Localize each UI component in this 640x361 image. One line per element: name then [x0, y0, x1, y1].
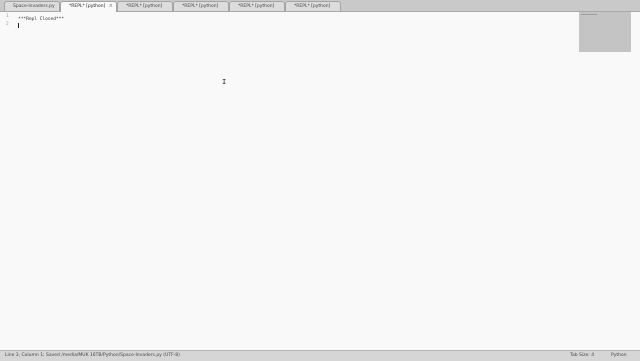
status-text: Line 3, Column 1; Saved /media/MUK 16TB/…	[5, 353, 180, 358]
tab-bar: Space-Invaders.py *REPL* [python] × *REP…	[0, 0, 640, 12]
tab-label: *REPL* [python]	[238, 4, 275, 9]
status-bar: Line 3, Column 1; Saved /media/MUK 16TB/…	[0, 350, 640, 361]
ibeam-cursor-icon: I	[222, 78, 227, 86]
tab-repl-python[interactable]: *REPL* [python]	[173, 1, 229, 11]
tab-label: *REPL* [python]	[182, 4, 219, 9]
tab-size-indicator[interactable]: Tab Size: 4	[570, 351, 594, 360]
line-number: 1	[6, 14, 9, 19]
tab-label: *REPL* [python]	[294, 4, 331, 9]
tab-label: *REPL* [python]	[126, 4, 163, 9]
line-number: 2	[6, 22, 9, 27]
minimap[interactable]	[579, 12, 631, 52]
close-icon[interactable]: ×	[109, 2, 113, 11]
text-caret	[18, 23, 19, 28]
minimap-line	[581, 14, 597, 15]
code-line[interactable]: ***Repl Closed***	[18, 17, 64, 22]
tab-repl-python[interactable]: *REPL* [python]	[117, 1, 173, 11]
tab-label: *REPL* [python]	[69, 4, 106, 9]
tab-label: Space-Invaders.py	[13, 4, 55, 9]
tab-repl-python-active[interactable]: *REPL* [python] ×	[60, 1, 117, 12]
tab-repl-python[interactable]: *REPL* [python]	[229, 1, 285, 11]
tab-space-invaders[interactable]: Space-Invaders.py	[4, 1, 60, 11]
syntax-indicator[interactable]: Python	[611, 351, 627, 360]
line-number-gutter: 1 2	[0, 12, 14, 349]
tab-repl-python[interactable]: *REPL* [python]	[285, 1, 341, 11]
